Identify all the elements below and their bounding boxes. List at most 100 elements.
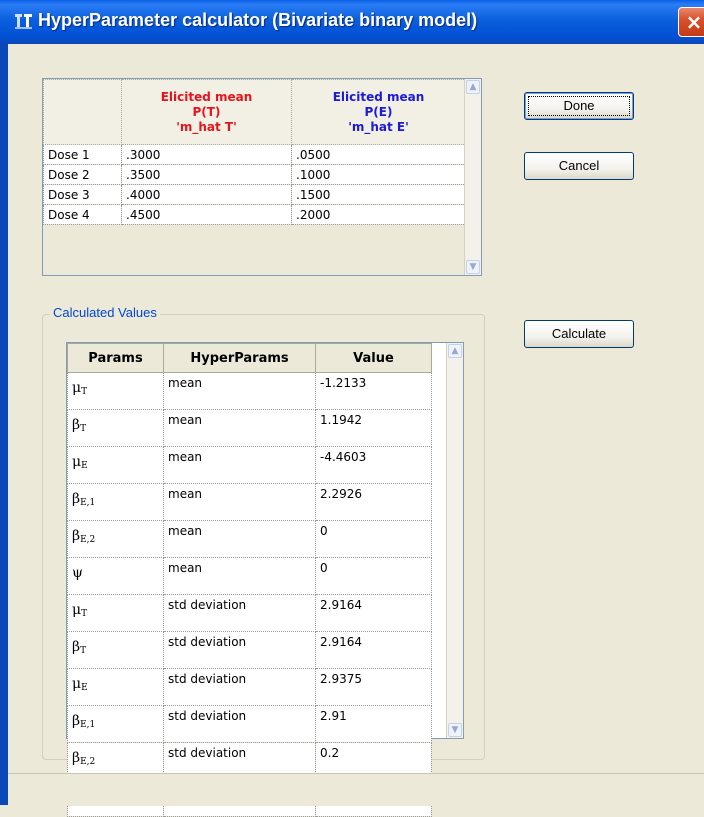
param-symbol: β: [72, 639, 81, 655]
hyperparam-cell: std deviation: [163, 631, 316, 669]
params-header: Params: [67, 343, 164, 373]
param-cell: βE,1: [67, 483, 164, 521]
table-row: βE,2 mean 0: [67, 520, 432, 558]
pt-cell[interactable]: .3500: [121, 164, 292, 185]
app-icon: [15, 14, 32, 29]
hyperparam-cell: std deviation: [163, 594, 316, 632]
param-symbol: β: [72, 713, 81, 729]
param-subscript: T: [80, 646, 87, 656]
window-title: HyperParameter calculator (Bivariate bin…: [38, 10, 478, 30]
param-symbol: μ: [72, 602, 82, 618]
header-pe-line2: P(E): [364, 104, 393, 119]
value-cell[interactable]: 0: [315, 557, 432, 595]
param-cell: βE,2: [67, 520, 164, 558]
param-cell: μT: [67, 594, 164, 632]
param-cell: μT: [67, 372, 164, 410]
pt-cell[interactable]: .4500: [121, 204, 292, 225]
param-cell: ψ: [67, 557, 164, 595]
hyperparam-cell: mean: [163, 557, 316, 595]
header-pt-line3: 'm_hat T': [176, 119, 237, 134]
pe-cell[interactable]: .1500: [291, 184, 466, 205]
table-row: βE,1 std deviation 2.91: [67, 705, 432, 743]
corner-header: [43, 79, 122, 145]
table-row: Dose 2 .3500 .1000: [43, 164, 466, 185]
table-row: βE,1 mean 2.2926: [67, 483, 432, 521]
elicited-means-grid[interactable]: Elicited mean P(T) 'm_hat T' Elicited me…: [42, 78, 482, 276]
value-cell[interactable]: 2.91: [315, 705, 432, 743]
table-row: ψ mean 0: [67, 557, 432, 595]
pe-cell[interactable]: .2000: [291, 204, 466, 225]
hyperparams-header: HyperParams: [163, 343, 316, 373]
hyperparam-cell: mean: [163, 520, 316, 558]
param-subscript: E: [81, 683, 88, 693]
elicited-vertical-scrollbar[interactable]: ▲ ▼: [464, 79, 481, 275]
status-bar: [8, 773, 704, 806]
param-symbol: ψ: [72, 565, 83, 581]
param-cell: βE,1: [67, 705, 164, 743]
value-cell[interactable]: -1.2133: [315, 372, 432, 410]
dose-label: Dose 1: [43, 144, 122, 165]
table-row: βT mean 1.1942: [67, 409, 432, 447]
table-row: μT std deviation 2.9164: [67, 594, 432, 632]
table-row: Dose 3 .4000 .1500: [43, 184, 466, 205]
header-pe-line3: 'm_hat E': [348, 119, 409, 134]
value-cell[interactable]: 2.9375: [315, 668, 432, 706]
hyperparam-cell: std deviation: [163, 705, 316, 743]
calculated-values-grid[interactable]: Params HyperParams Value μT mean -1.2133…: [66, 342, 464, 817]
param-symbol: β: [72, 491, 81, 507]
calculated-values-label: Calculated Values: [50, 305, 160, 320]
pt-cell[interactable]: .4000: [121, 184, 292, 205]
param-subscript: T: [80, 424, 87, 434]
calculate-button-label: Calculate: [551, 326, 607, 341]
done-button[interactable]: Done: [524, 92, 634, 120]
scroll-up-arrow-icon[interactable]: ▲: [448, 344, 462, 358]
pt-cell[interactable]: .3000: [121, 144, 292, 165]
value-cell[interactable]: 1.1942: [315, 409, 432, 447]
param-symbol: β: [72, 417, 81, 433]
param-subscript: E,1: [80, 498, 96, 508]
table-row: μT mean -1.2133: [67, 372, 432, 410]
param-subscript: E,2: [80, 757, 96, 767]
dose-label: Dose 4: [43, 204, 122, 225]
value-cell[interactable]: 0: [315, 520, 432, 558]
header-row: Params HyperParams Value: [67, 343, 432, 373]
close-icon: ×: [685, 10, 703, 34]
value-cell[interactable]: -4.4603: [315, 446, 432, 484]
param-subscript: E,1: [80, 720, 96, 730]
title-bar: HyperParameter calculator (Bivariate bin…: [0, 0, 704, 44]
header-pe-line1: Elicited mean: [332, 89, 425, 104]
elicited-means-table: Elicited mean P(T) 'm_hat T' Elicited me…: [43, 79, 466, 225]
header-pt-line2: P(T): [192, 104, 221, 119]
header-pt-line1: Elicited mean: [160, 89, 253, 104]
hyperparam-cell: std deviation: [163, 668, 316, 706]
hyperparam-cell: mean: [163, 483, 316, 521]
table-row: μE std deviation 2.9375: [67, 668, 432, 706]
calculate-button[interactable]: Calculate: [524, 320, 634, 348]
pe-cell[interactable]: .1000: [291, 164, 466, 185]
window-frame-left: [0, 44, 8, 805]
scroll-down-arrow-icon[interactable]: ▼: [466, 260, 480, 274]
value-header: Value: [315, 343, 432, 373]
scroll-down-arrow-icon[interactable]: ▼: [448, 723, 462, 737]
close-button[interactable]: ×: [678, 7, 704, 37]
value-cell[interactable]: 2.9164: [315, 594, 432, 632]
cancel-button[interactable]: Cancel: [524, 152, 634, 180]
cancel-button-label: Cancel: [558, 158, 600, 173]
calculated-values-table: Params HyperParams Value μT mean -1.2133…: [67, 343, 432, 817]
header-pe: Elicited mean P(E) 'm_hat E': [291, 79, 466, 145]
hyperparam-cell: mean: [163, 372, 316, 410]
param-symbol: μ: [72, 676, 82, 692]
value-cell[interactable]: 2.9164: [315, 631, 432, 669]
focus-rect: [528, 96, 630, 116]
value-cell[interactable]: 2.2926: [315, 483, 432, 521]
param-symbol: μ: [72, 454, 82, 470]
dose-label: Dose 2: [43, 164, 122, 185]
param-cell: βT: [67, 409, 164, 447]
pe-cell[interactable]: .0500: [291, 144, 466, 165]
calculated-vertical-scrollbar[interactable]: ▲ ▼: [446, 343, 463, 738]
hyperparam-cell: mean: [163, 409, 316, 447]
scroll-up-arrow-icon[interactable]: ▲: [466, 80, 480, 94]
param-subscript: T: [81, 609, 88, 619]
table-row: Dose 1 .3000 .0500: [43, 144, 466, 165]
dose-label: Dose 3: [43, 184, 122, 205]
